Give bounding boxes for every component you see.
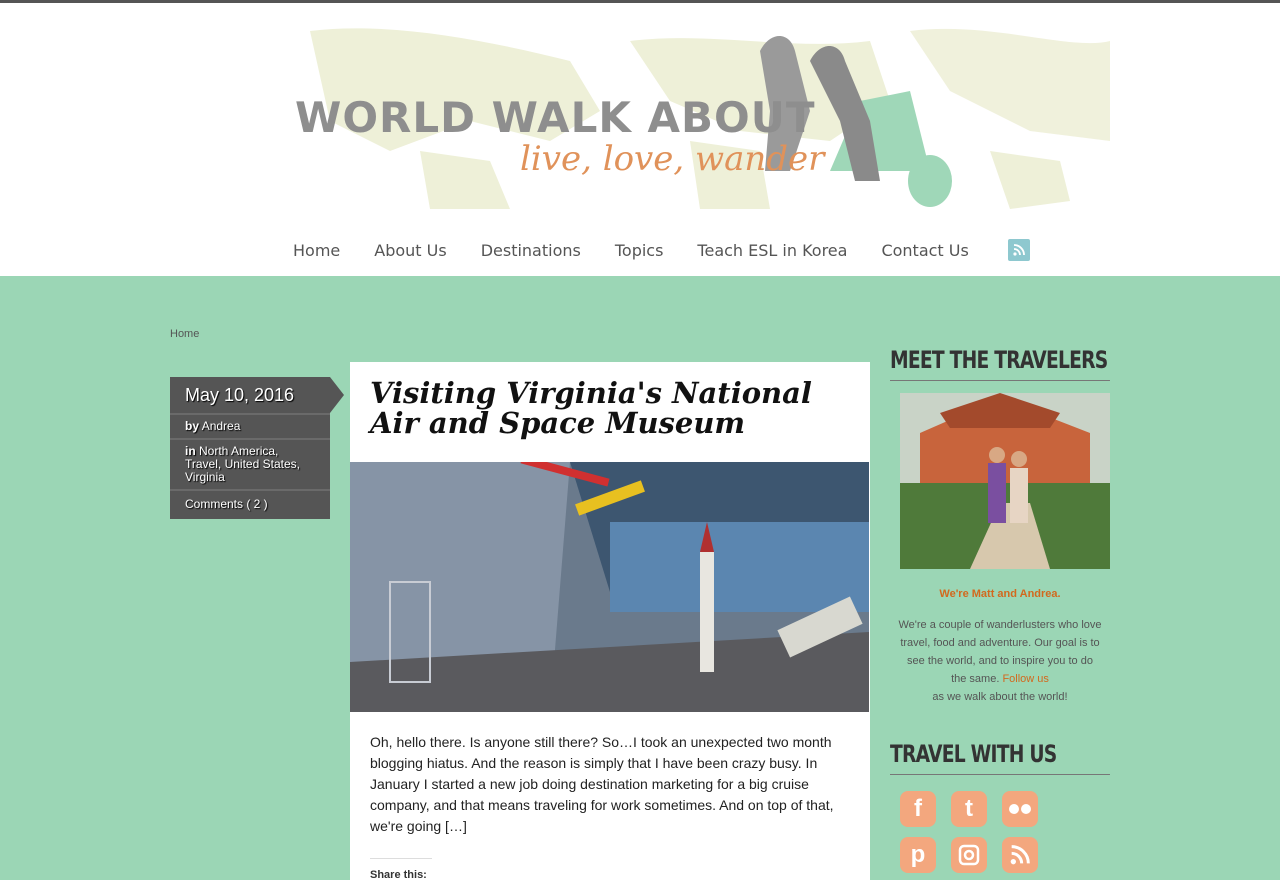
comments-link[interactable]: Comments ( 2 )	[170, 489, 330, 519]
nav-contact-us[interactable]: Contact Us	[881, 241, 968, 260]
category-link[interactable]: Travel	[185, 457, 218, 471]
nav-home[interactable]: Home	[293, 241, 340, 260]
logo-tagline: live, love, wander	[520, 139, 825, 179]
author-link[interactable]: Andrea	[202, 419, 241, 433]
flickr-icon[interactable]	[1002, 791, 1038, 827]
rss-icon[interactable]	[1002, 837, 1038, 873]
post-date: May 10, 2016	[170, 377, 344, 413]
travelers-photo	[900, 393, 1110, 569]
travelers-names: We're Matt and Andrea.	[939, 588, 1061, 600]
nav-destinations[interactable]: Destinations	[481, 241, 581, 260]
meet-travelers-heading: MEET THE TRAVELERS	[890, 340, 1110, 381]
rss-icon[interactable]	[1007, 239, 1030, 261]
post-card: Visiting Virginia's National Air and Spa…	[350, 362, 870, 880]
logo-title: WORLD WALK ABOUT	[295, 93, 816, 142]
travel-with-us-heading: TRAVEL WITH US	[890, 734, 1110, 775]
breadcrumb[interactable]: Home	[170, 328, 199, 340]
post-featured-image[interactable]	[350, 462, 869, 712]
in-label: in	[185, 444, 196, 458]
main-navigation: Home About Us Destinations Topics Teach …	[276, 235, 1030, 265]
post-title[interactable]: Visiting Virginia's National Air and Spa…	[370, 378, 850, 438]
nav-teach-esl[interactable]: Teach ESL in Korea	[697, 241, 847, 260]
facebook-icon[interactable]: f	[900, 791, 936, 827]
category-link[interactable]: Virginia	[185, 470, 225, 484]
social-icons: f t p	[900, 791, 1110, 873]
site-header: WORLD WALK ABOUT live, love, wander Home…	[0, 3, 1280, 276]
pinterest-icon[interactable]: p	[900, 837, 936, 873]
twitter-icon[interactable]: t	[951, 791, 987, 827]
category-link[interactable]: North America	[199, 444, 275, 458]
by-label: by	[185, 419, 200, 433]
post-author-row: by Andrea	[170, 413, 330, 438]
travelers-bio: We're a couple of wanderlusters who love…	[890, 616, 1110, 706]
instagram-icon[interactable]	[951, 837, 987, 873]
nav-about-us[interactable]: About Us	[374, 241, 446, 260]
share-label: Share this:	[370, 858, 432, 880]
bio-end-text: as we walk about the world!	[932, 691, 1068, 703]
bio-text: We're a couple of wanderlusters who love…	[898, 619, 1102, 685]
sidebar: MEET THE TRAVELERS We're Matt and Andrea…	[890, 340, 1110, 873]
site-logo-banner[interactable]: WORLD WALK ABOUT live, love, wander	[270, 21, 1110, 209]
nav-topics[interactable]: Topics	[615, 241, 664, 260]
post-meta-box: May 10, 2016 by Andrea in North America,…	[170, 377, 344, 519]
follow-us-link[interactable]: Follow us	[1002, 673, 1048, 685]
post-categories-row: in North America, Travel, United States,…	[170, 438, 330, 489]
category-link[interactable]: United States	[225, 457, 297, 471]
post-excerpt: Oh, hello there. Is anyone still there? …	[370, 734, 834, 834]
